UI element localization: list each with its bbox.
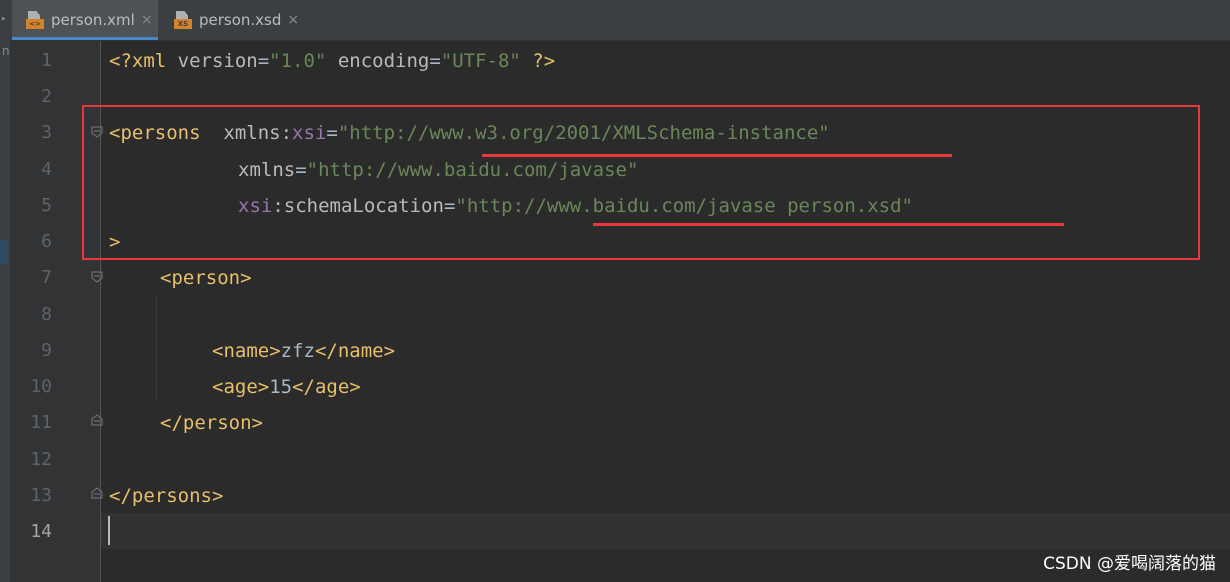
current-line-highlight — [101, 513, 1230, 549]
code-line-13: </persons> — [109, 485, 224, 507]
text-caret — [108, 516, 110, 545]
code-line-9: <name>zfz</name> — [212, 340, 396, 362]
watermark: CSDN @爱喝阔落的猫 — [1043, 554, 1216, 574]
line-number-current: 14 — [30, 521, 52, 542]
fold-open-icon[interactable] — [91, 271, 103, 283]
fold-close-icon[interactable] — [91, 487, 103, 499]
annotation-box — [82, 105, 1200, 260]
tab-label: person.xml — [51, 11, 135, 29]
tab-person-xsd[interactable]: XS person.xsd × — [160, 0, 306, 40]
line-number: 9 — [41, 340, 52, 361]
side-panel-strip: ▸ n — [0, 0, 10, 582]
tab-person-xml[interactable]: <> person.xml × — [12, 0, 158, 40]
line-number: 10 — [30, 376, 52, 397]
code-line-11: </person> — [160, 412, 263, 434]
side-panel-glyph: n — [2, 44, 10, 58]
indent-guide — [156, 296, 157, 400]
annotation-underline — [482, 154, 952, 157]
line-number: 13 — [30, 485, 52, 506]
code-line-10: <age>15</age> — [212, 376, 361, 398]
line-number: 12 — [30, 449, 52, 470]
line-number: 8 — [41, 304, 52, 325]
line-number: 7 — [41, 267, 52, 288]
line-number: 1 — [41, 50, 52, 71]
side-panel-marker — [0, 240, 8, 264]
line-number: 5 — [41, 195, 52, 216]
line-number: 6 — [41, 231, 52, 252]
code-line-7: <person> — [160, 267, 252, 289]
close-icon[interactable]: × — [287, 12, 299, 28]
tab-label: person.xsd — [199, 11, 282, 29]
line-number: 4 — [41, 159, 52, 180]
xml-file-icon: <> — [26, 11, 44, 29]
line-number: 11 — [30, 412, 52, 433]
line-number: 2 — [41, 86, 52, 107]
line-number: 3 — [41, 122, 52, 143]
code-line-1: <?xml version="1.0" encoding="UTF-8" ?> — [109, 50, 556, 72]
fold-close-icon[interactable] — [91, 414, 103, 426]
close-icon[interactable]: × — [141, 12, 153, 28]
annotation-underline — [593, 223, 1064, 226]
xsd-file-icon: XS — [174, 11, 192, 29]
collapse-arrow-icon[interactable]: ▸ — [1, 14, 6, 24]
